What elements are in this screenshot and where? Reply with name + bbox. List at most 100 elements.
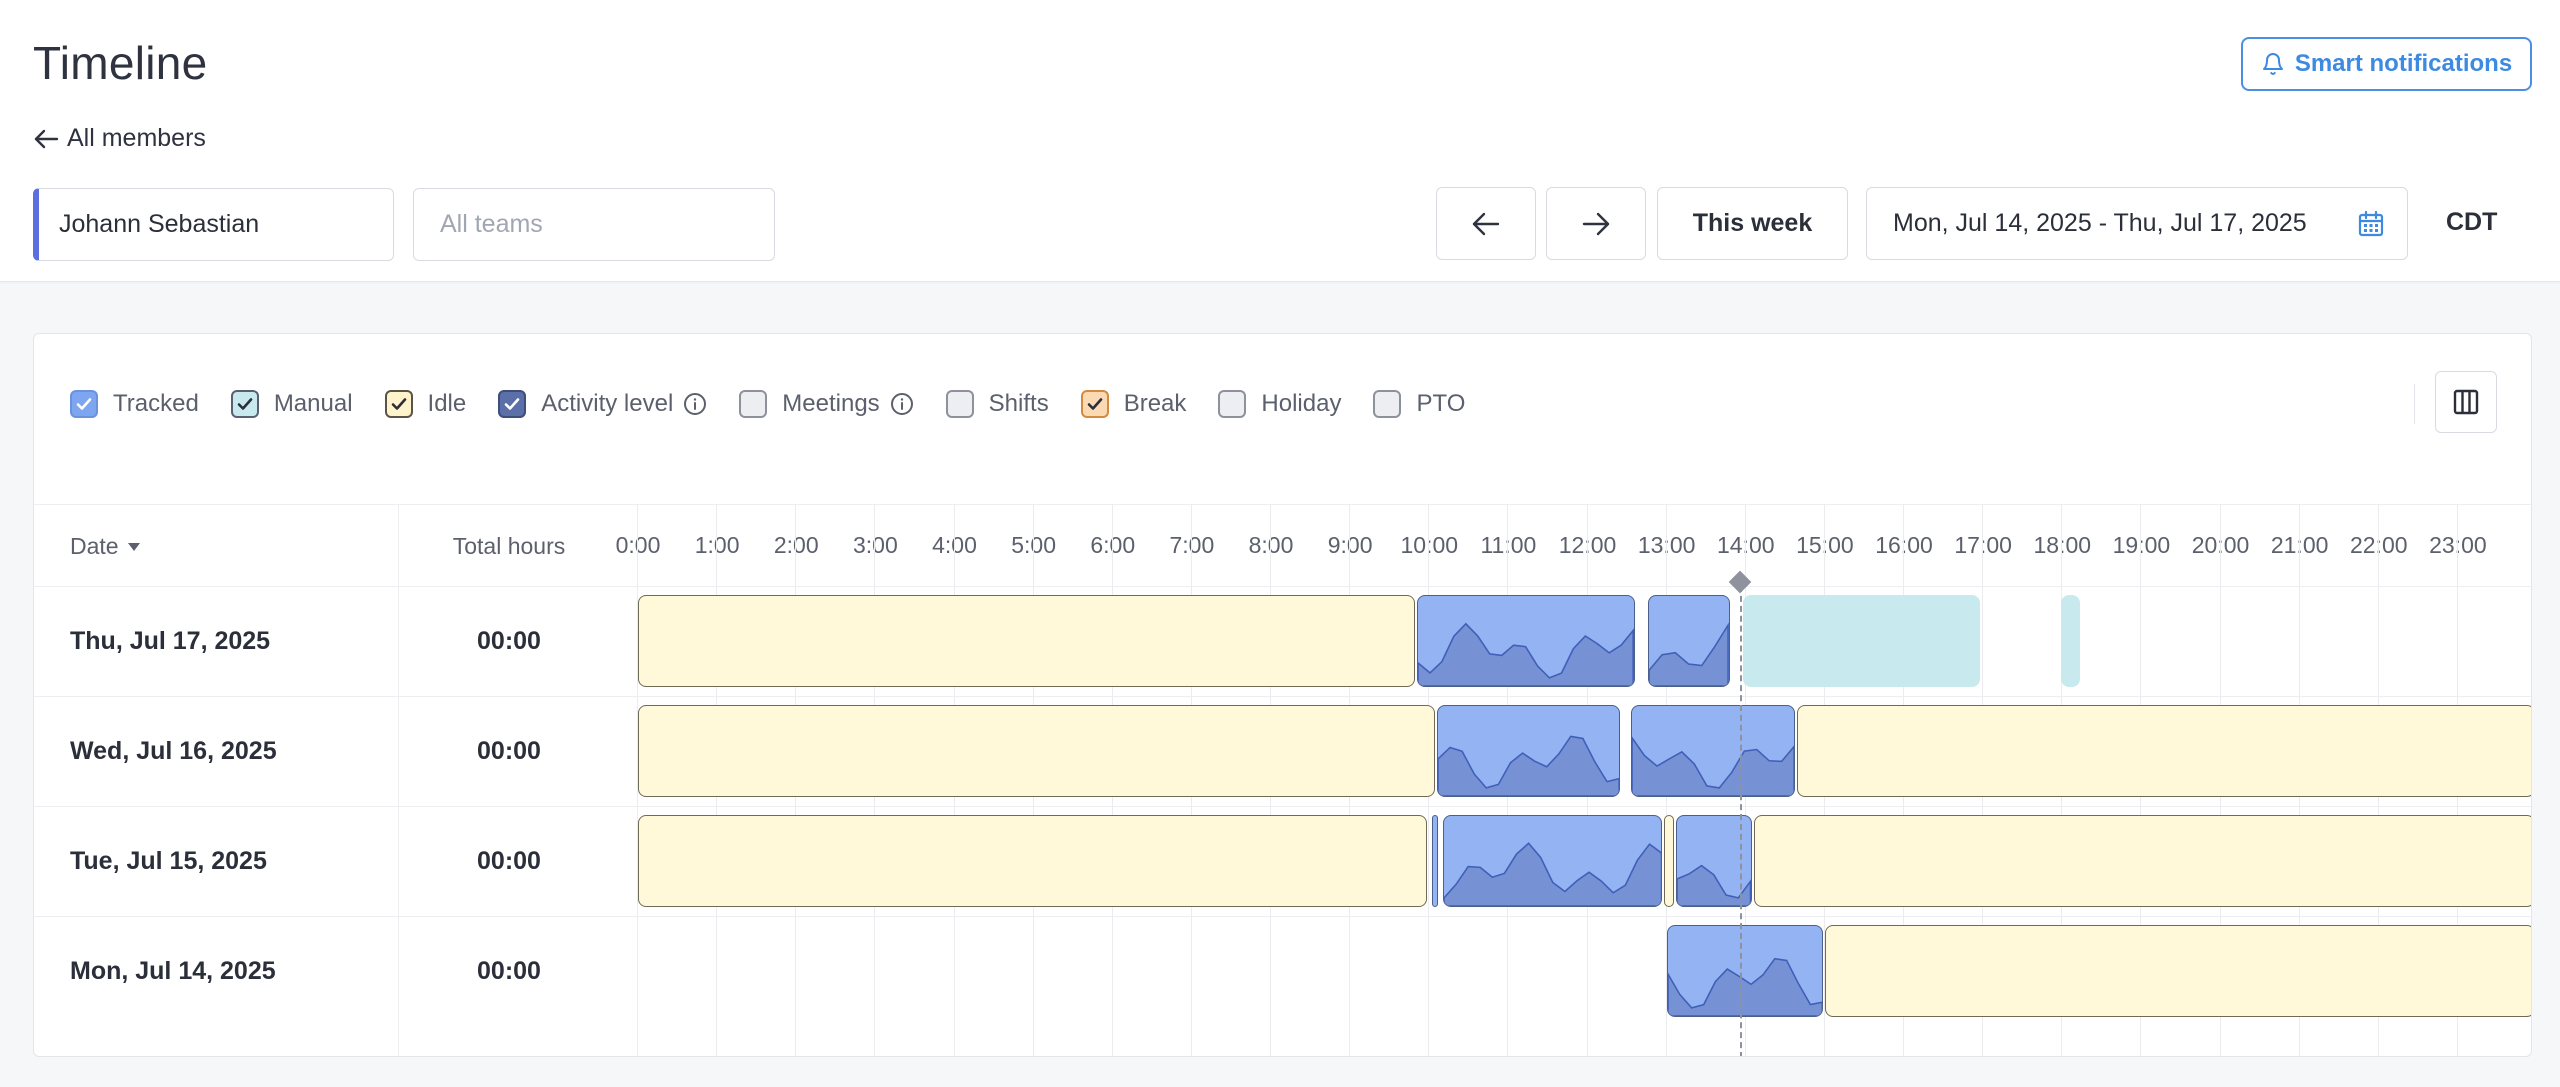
- hour-label: 6:00: [1090, 532, 1136, 558]
- hour-label: 8:00: [1248, 532, 1294, 558]
- calendar-icon: [2358, 210, 2384, 237]
- legend-label: Meetings: [782, 390, 880, 417]
- manual-segment[interactable]: [1742, 595, 1980, 687]
- next-week-button[interactable]: [1546, 187, 1646, 260]
- all-members-link[interactable]: All members: [33, 124, 206, 153]
- hour-label: 11:00: [1480, 532, 1537, 558]
- hour-label: 13:00: [1637, 532, 1696, 558]
- hour-label: 5:00: [1011, 532, 1057, 558]
- tracked-segment[interactable]: [1648, 595, 1730, 687]
- checkbox-tracked[interactable]: [70, 390, 98, 418]
- idle-segment[interactable]: [1753, 815, 2531, 907]
- row-date: Thu, Jul 17, 2025: [70, 627, 271, 655]
- member-select[interactable]: Johann Sebastian: [33, 188, 394, 261]
- legend-label: Manual: [273, 390, 353, 417]
- legend-holiday[interactable]: Holiday: [1218, 390, 1341, 418]
- hour-label: 9:00: [1327, 532, 1373, 558]
- check-icon: [237, 398, 253, 410]
- checkbox-holiday[interactable]: [1218, 390, 1247, 418]
- arrow-right-icon: [1582, 212, 1610, 235]
- teams-select[interactable]: All teams: [413, 188, 775, 261]
- hour-label: 4:00: [932, 532, 977, 558]
- activity-level-curve: [1443, 842, 1662, 906]
- hour-label: 17:00: [1954, 532, 2012, 558]
- date-header-label: Date: [70, 533, 119, 559]
- legend-manual[interactable]: Manual: [230, 390, 353, 418]
- legend-label: Idle: [427, 390, 467, 417]
- checkbox-pto[interactable]: [1373, 390, 1402, 418]
- checkbox-activity-level[interactable]: [498, 390, 527, 418]
- hour-label: 23:00: [2429, 532, 2487, 558]
- idle-segment[interactable]: [1664, 815, 1675, 907]
- check-icon: [76, 398, 92, 410]
- page-header: Timeline Smart notifications All members…: [0, 0, 2560, 282]
- checkbox-break[interactable]: [1080, 390, 1109, 418]
- check-icon: [1087, 398, 1103, 410]
- legend-meetings[interactable]: Meetings: [739, 390, 913, 418]
- legend-idle[interactable]: Idle: [384, 390, 467, 418]
- hour-label: 10:00: [1400, 532, 1459, 558]
- idle-segment[interactable]: [1824, 925, 2531, 1017]
- check-icon: [504, 398, 520, 410]
- legend-label: Holiday: [1261, 390, 1342, 417]
- checkbox-idle[interactable]: [384, 390, 413, 418]
- all-members-label: All members: [67, 124, 206, 152]
- columns-toggle-button[interactable]: [2435, 371, 2497, 433]
- hour-label: 18:00: [2033, 532, 2092, 558]
- legend-tracked[interactable]: Tracked: [70, 390, 199, 418]
- hour-label: 0:00: [615, 532, 661, 558]
- arrow-left-icon: [34, 129, 59, 148]
- tracked-segment[interactable]: [1417, 595, 1635, 687]
- caret-down-icon: [127, 542, 140, 551]
- row-total-hours: 00:00: [477, 627, 541, 655]
- legend: Tracked Manual Idle Activity level Meeti…: [70, 389, 1497, 419]
- legend-activity-level[interactable]: Activity level: [498, 390, 707, 418]
- hour-label: 21:00: [2270, 532, 2329, 558]
- tracked-segment[interactable]: [1666, 925, 1823, 1017]
- activity-level-curve: [1418, 622, 1634, 686]
- timeline-card: Tracked Manual Idle Activity level Meeti…: [33, 333, 2532, 1057]
- row-date: Mon, Jul 14, 2025: [70, 957, 276, 985]
- date-column-header[interactable]: Date: [70, 533, 141, 560]
- legend-label: PTO: [1416, 390, 1466, 417]
- legend-pto[interactable]: PTO: [1373, 390, 1465, 418]
- hour-label: 19:00: [2112, 532, 2171, 558]
- idle-segment[interactable]: [638, 705, 1436, 797]
- this-week-button[interactable]: This week: [1657, 187, 1848, 260]
- legend-label: Shifts: [988, 390, 1049, 417]
- idle-segment[interactable]: [638, 815, 1428, 907]
- toolbar-divider: [2414, 384, 2415, 424]
- legend-break[interactable]: Break: [1080, 390, 1187, 418]
- idle-segment[interactable]: [1797, 705, 2531, 797]
- row-total-hours: 00:00: [477, 957, 541, 985]
- activity-level-curve: [1438, 735, 1620, 796]
- activity-level-curve: [1632, 736, 1795, 796]
- hour-label: 20:00: [2191, 532, 2250, 558]
- info-icon[interactable]: [890, 392, 914, 416]
- smart-notifications-button[interactable]: Smart notifications: [2241, 37, 2532, 91]
- activity-level-curve: [1649, 623, 1729, 686]
- tracked-segment[interactable]: [1437, 705, 1621, 797]
- info-icon[interactable]: [683, 392, 707, 416]
- hour-label: 3:00: [852, 532, 898, 558]
- checkbox-manual[interactable]: [230, 390, 259, 418]
- tracked-segment[interactable]: [1631, 705, 1796, 797]
- check-icon: [391, 398, 406, 410]
- date-range-picker[interactable]: Mon, Jul 14, 2025 - Thu, Jul 17, 2025: [1866, 187, 2408, 260]
- legend-label: Tracked: [113, 390, 199, 417]
- manual-segment[interactable]: [2060, 595, 2081, 687]
- tracked-segment[interactable]: [1432, 815, 1439, 907]
- legend-label: Break: [1123, 390, 1187, 417]
- activity-level-curve: [1667, 957, 1822, 1016]
- row-date: Wed, Jul 16, 2025: [70, 737, 277, 765]
- hour-label: 1:00: [694, 532, 740, 558]
- checkbox-shifts[interactable]: [945, 390, 974, 418]
- legend-label: Activity level: [541, 390, 674, 417]
- current-time-line: [1740, 586, 1742, 1056]
- tracked-segment[interactable]: [1442, 815, 1663, 907]
- columns-icon: [2453, 389, 2479, 415]
- idle-segment[interactable]: [638, 595, 1416, 687]
- previous-week-button[interactable]: [1436, 187, 1536, 260]
- legend-shifts[interactable]: Shifts: [945, 390, 1049, 418]
- checkbox-meetings[interactable]: [739, 390, 768, 418]
